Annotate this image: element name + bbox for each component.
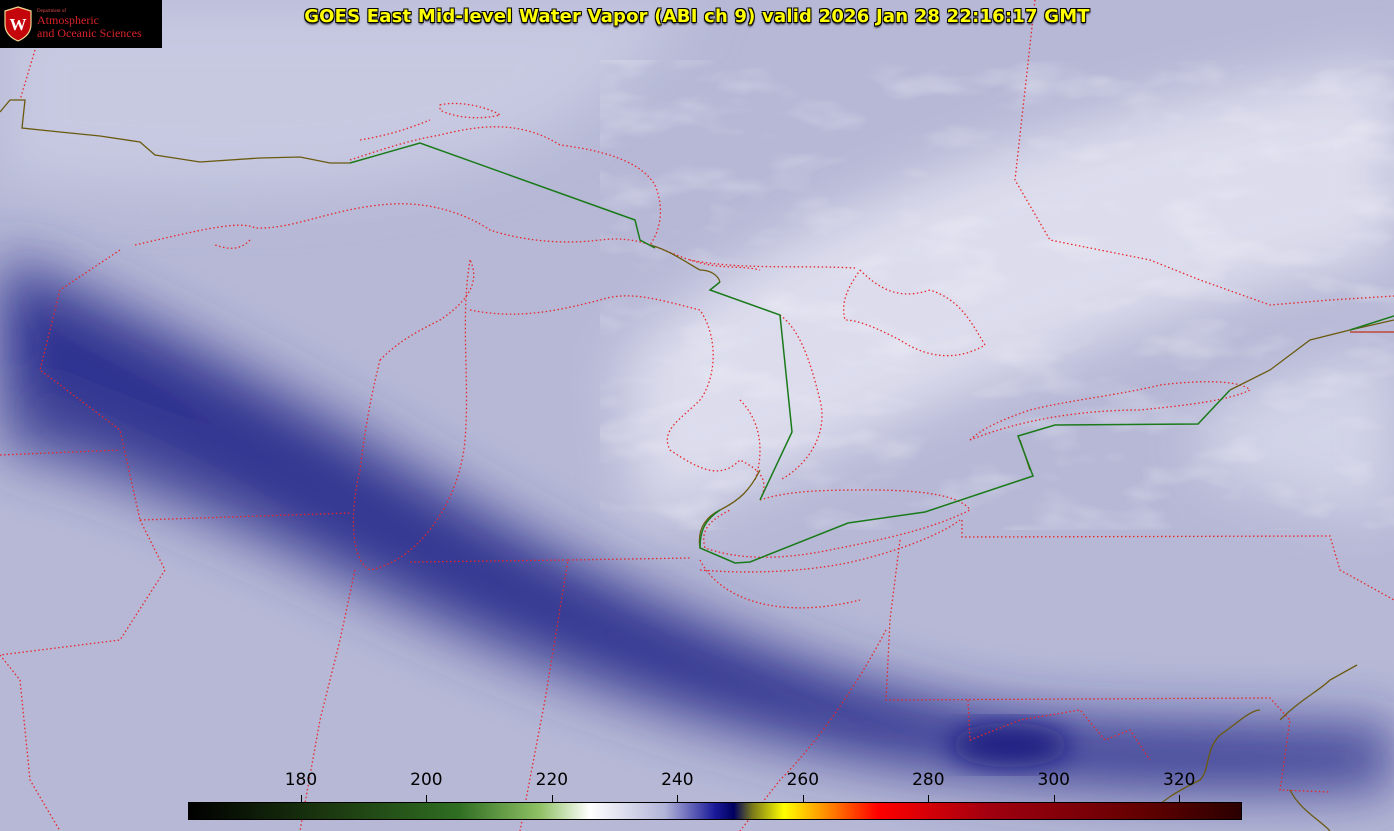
colorbar-tick-label: 260 <box>786 770 820 790</box>
colorbar-tick-label: 240 <box>661 770 694 790</box>
colorbar-tick-mark <box>551 795 553 802</box>
colorbar-tick-mark <box>1053 795 1055 802</box>
water-vapor-map <box>0 0 1394 831</box>
colorbar <box>188 802 1242 820</box>
satellite-viewer: W Department of Atmospheric and Oceanic … <box>0 0 1394 831</box>
logo-line2: and Oceanic Sciences <box>37 25 142 40</box>
colorbar-tick-label: 220 <box>535 770 569 790</box>
colorbar-tick-mark <box>928 795 930 802</box>
colorbar-tick-mark <box>426 795 428 802</box>
colorbar-tick-mark <box>1179 795 1181 802</box>
colorbar-tick-label: 180 <box>284 770 318 790</box>
colorbar-tick-label: 200 <box>410 770 443 790</box>
colorbar-tick-mark <box>802 795 804 802</box>
colorbar-tick-mark <box>677 795 679 802</box>
colorbar-tick-label: 300 <box>1037 770 1071 790</box>
image-title: GOES East Mid-level Water Vapor (ABI ch … <box>304 6 1090 27</box>
colorbar-tick-label: 320 <box>1163 770 1196 790</box>
colorbar-tick-label: 280 <box>912 770 945 790</box>
colorbar-tick-mark <box>300 795 302 802</box>
